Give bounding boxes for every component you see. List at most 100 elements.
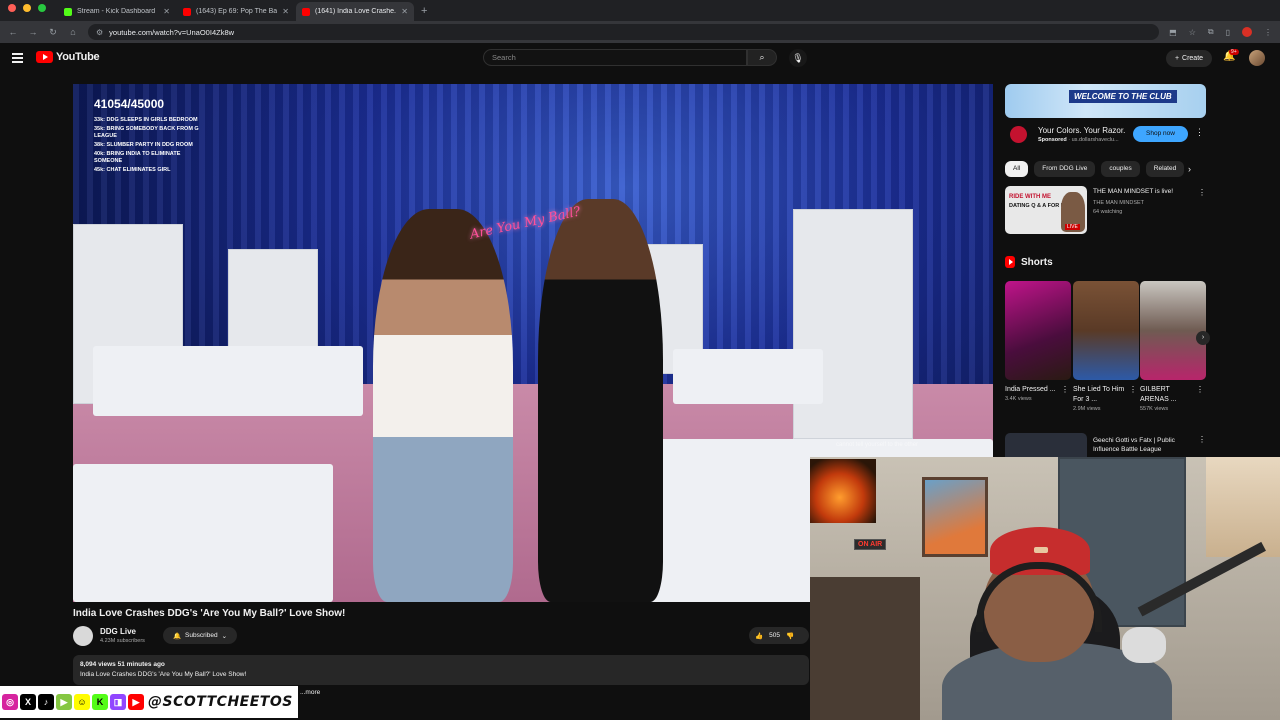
room-divider [793,209,913,439]
menu-icon[interactable] [12,53,23,65]
tab-title: Stream - Kick Dashboard [77,8,156,15]
like-count: 505 [769,632,780,639]
channel-name[interactable]: THE MAN MINDSET [1093,200,1144,206]
chip-from-channel[interactable]: From DDG Live [1034,161,1096,177]
browser-menu-icon[interactable]: ⋮ [1264,28,1272,37]
ad-title[interactable]: Your Colors. Your Razor. [1038,126,1125,135]
back-icon[interactable]: ← [8,27,18,37]
more-options-icon[interactable]: ⋮ [1198,435,1206,444]
bookmark-star-icon[interactable]: ☆ [1189,28,1196,37]
short-thumbnail[interactable] [1005,281,1071,380]
goal-line: 45k: CHAT ELIMINATES GIRL [94,167,171,173]
close-tab-icon[interactable]: ✕ [163,7,170,16]
minimize-window-button[interactable] [23,3,31,12]
new-tab-icon[interactable]: + [415,5,433,21]
forward-icon[interactable]: → [28,27,38,37]
chevron-right-icon[interactable]: › [1196,331,1210,345]
chevron-down-icon: ⌄ [221,632,228,640]
youtube-logo[interactable]: YouTube [36,51,100,63]
like-button[interactable]: 👍 505 👎 [749,627,809,644]
more-options-icon[interactable]: ⋮ [1129,385,1137,394]
short-title[interactable]: She Lied To Him For 3 ... [1073,385,1131,405]
video-title: India Love Crashes DDG's 'Are You My Bal… [73,608,346,619]
short-thumbnail[interactable] [1140,281,1206,380]
browser-tab[interactable]: Stream - Kick Dashboard ✕ [58,2,176,21]
short-thumbnail[interactable] [1073,281,1139,380]
recommended-video[interactable]: RIDE WITH ME DATING Q & A FOR MEN LIVE T… [1005,186,1206,236]
snapchat-icon: ☺ [74,694,90,710]
more-link[interactable]: ...more [300,689,320,696]
thumbs-down-icon[interactable]: 👎 [786,632,794,640]
x-icon: X [20,694,36,710]
tab-title: (1643) Ep 69: Pop The Ballo... [196,8,278,15]
thumbnail-text: RIDE WITH ME [1009,194,1051,200]
more-options-icon[interactable]: ⋮ [1061,385,1069,394]
subscribe-label: Subscribed [185,632,218,639]
social-handles-bar: ◎ X ♪ ▶ ☺ K ◨ ▶ @SCOTTCHEETOS [0,686,298,718]
chip-all[interactable]: All [1005,161,1029,177]
short-item[interactable]: GILBERT ARENAS ... 557K views ⋮ [1140,281,1206,412]
streamer-webcam: ON AIR [810,457,1280,720]
notifications-badge: 9+ [1229,49,1239,55]
extensions-icon[interactable]: ⧉ [1208,27,1214,37]
woman-figure [373,209,513,602]
more-options-icon[interactable]: ⋮ [1195,127,1204,138]
url-text: youtube.com/watch?v=UnaO0I4Zk8w [109,27,235,37]
tab-title: (1641) India Love Crashe... [315,8,397,15]
more-options-icon[interactable]: ⋮ [1198,188,1206,197]
browser-tab-bar: Stream - Kick Dashboard ✕ (1643) Ep 69: … [0,0,1280,21]
install-icon[interactable]: ⬒ [1169,28,1177,37]
short-item[interactable]: India Pressed ... 3.4K views ⋮ [1005,281,1071,402]
subscribed-button[interactable]: 🔔 Subscribed ⌄ [163,627,237,644]
ad-banner[interactable]: WELCOME TO THE CLUB [1005,84,1206,118]
bed [673,349,823,404]
close-window-button[interactable] [8,3,16,12]
short-title[interactable]: GILBERT ARENAS ... [1140,385,1198,405]
short-item[interactable]: She Lied To Him For 3 ... 2.9M views ⋮ [1073,281,1139,412]
chip-related[interactable]: Related [1145,161,1185,177]
site-info-icon[interactable]: ⚙ [96,28,103,37]
maximize-window-button[interactable] [38,3,46,12]
search-icon: ⌕ [759,52,765,62]
youtube-play-icon [36,51,53,63]
browser-tab-active[interactable]: (1641) India Love Crashe... ✕ [296,2,414,21]
short-title[interactable]: India Pressed ... [1005,385,1063,395]
window-controls [0,0,58,21]
video-title[interactable]: Geechi Gotti vs Fatx | Public Influence … [1093,436,1197,454]
chip-couples[interactable]: couples [1101,161,1140,177]
recommended-video[interactable]: Geechi Gotti vs Fatx | Public Influence … [1005,433,1206,457]
search-input[interactable]: Search [483,49,747,66]
bed [93,346,363,416]
shorts-icon [1005,256,1015,268]
address-field[interactable]: ⚙ youtube.com/watch?v=UnaO0I4Zk8w [88,24,1160,40]
account-avatar[interactable] [1249,50,1265,66]
create-button[interactable]: + Create [1166,50,1212,67]
rumble-icon: ▶ [56,694,72,710]
close-tab-icon[interactable]: ✕ [282,7,289,16]
close-tab-icon[interactable]: ✕ [401,7,408,16]
fireplace-tv [810,459,876,523]
chevron-right-icon[interactable]: › [1188,164,1191,174]
reload-icon[interactable]: ↻ [48,27,58,38]
shop-now-button[interactable]: Shop now [1133,126,1188,142]
sidepanel-icon[interactable]: ▯ [1226,28,1230,37]
video-thumbnail[interactable]: RIDE WITH ME DATING Q & A FOR MEN LIVE [1005,186,1087,234]
voice-search-icon[interactable]: 🎙 [789,49,807,67]
channel-avatar[interactable] [73,626,93,646]
browser-tab[interactable]: (1643) Ep 69: Pop The Ballo... ✕ [177,2,295,21]
kick-favicon-icon [64,7,72,16]
instagram-icon: ◎ [2,694,18,710]
description-box[interactable]: 8,094 views 51 minutes ago India Love Cr… [73,655,809,685]
channel-name[interactable]: DDG Live [100,627,136,636]
shorts-label: Shorts [1021,256,1053,268]
more-options-icon[interactable]: ⋮ [1196,385,1204,394]
video-thumbnail[interactable] [1005,433,1087,457]
live-badge: LIVE [1065,224,1080,230]
thumbs-up-icon: 👍 [755,632,764,640]
goal-line: 33k: DDG SLEEPS IN GIRLS BEDROOM [94,117,198,123]
search-button[interactable]: ⌕ [747,49,777,66]
youtube-header: YouTube Search ⌕ 🎙 + Create 🔔 9+ [0,43,1280,73]
browser-profile-avatar[interactable] [1242,27,1252,37]
home-icon[interactable]: ⌂ [68,27,78,37]
video-title[interactable]: THE MAN MINDSET is live! [1093,188,1197,195]
